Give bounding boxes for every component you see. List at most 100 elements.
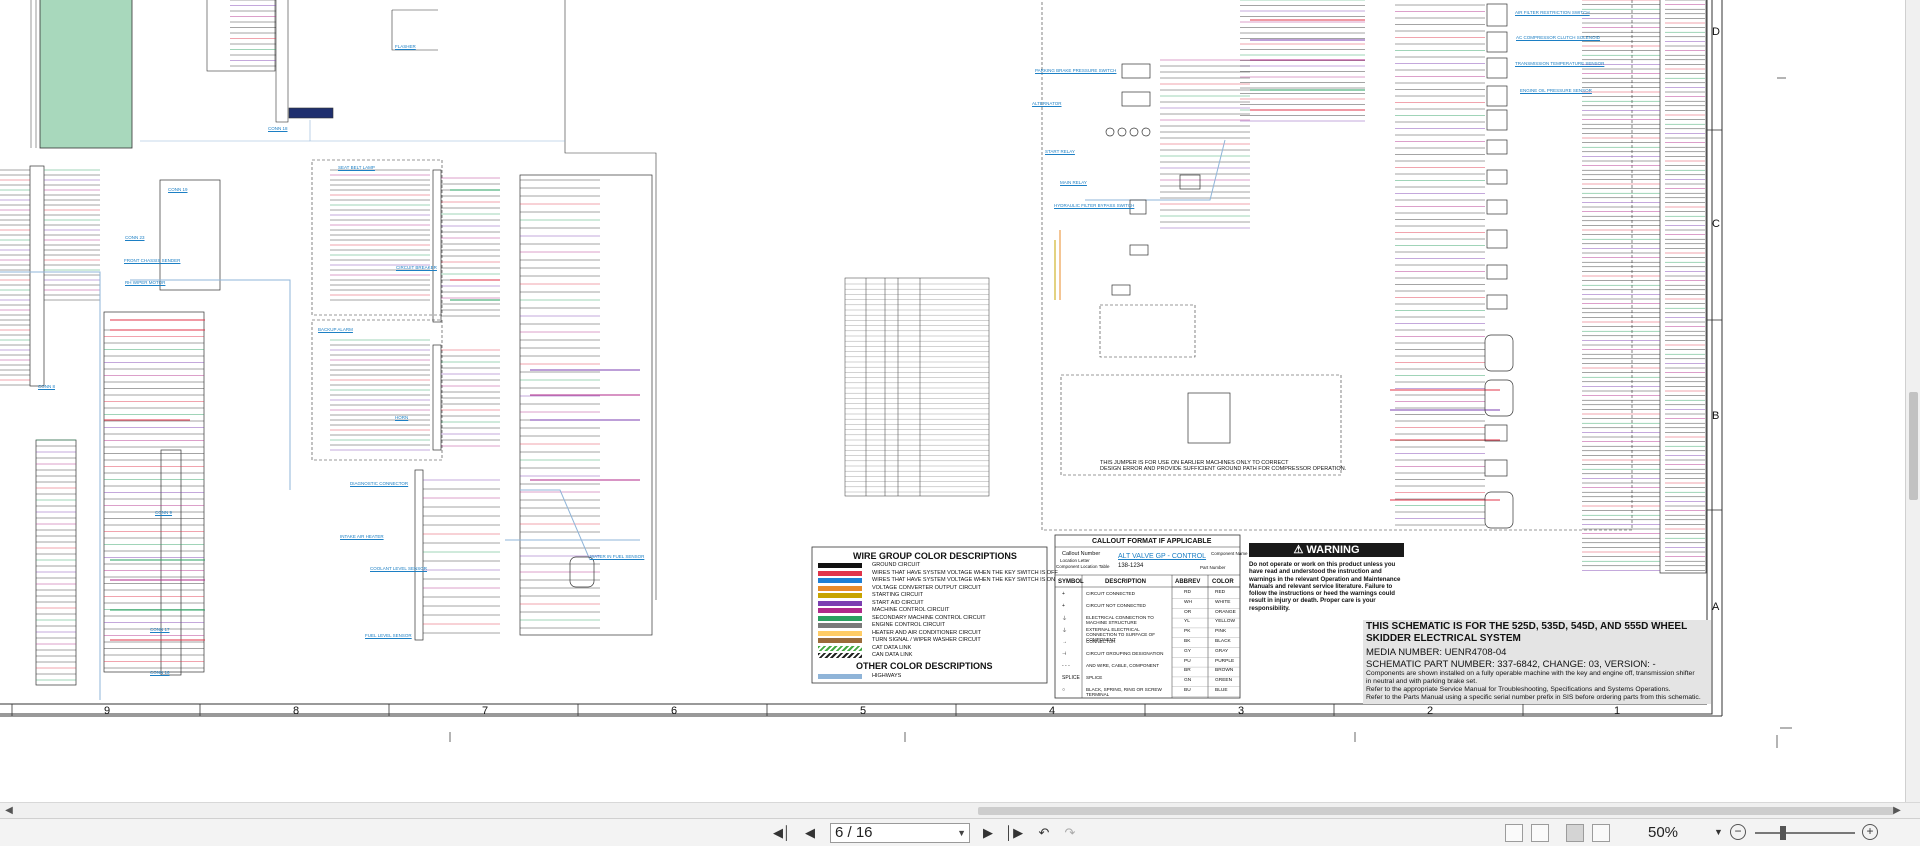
schematic-viewport[interactable]: WIRE GROUP COLOR DESCRIPTIONS GROUND CIR… xyxy=(0,0,1905,802)
title-note-3: Refer to the appropriate Service Manual … xyxy=(1366,686,1671,693)
abbrev-cell: BR xyxy=(1184,668,1191,674)
legend-swatch xyxy=(818,623,862,628)
component-label: CONN 19 xyxy=(168,187,188,192)
schematic-title: THIS SCHEMATIC IS FOR THE 525D, 535D, 54… xyxy=(1366,621,1688,644)
legend-label: HEATER AND AIR CONDITIONER CIRCUIT xyxy=(872,629,981,636)
abbrev-header: ABBREV xyxy=(1175,579,1201,585)
component-label: DIAGNOSTIC CONNECTOR xyxy=(350,481,409,486)
component-label: ALTERNATOR xyxy=(1032,101,1062,106)
symbol-cell: ⏚ xyxy=(1062,616,1068,622)
color-cell: PURPLE xyxy=(1215,658,1235,664)
color-cell: BLUE xyxy=(1215,688,1228,693)
title-note-1: Components are shown installed on a full… xyxy=(1366,670,1695,677)
grid-row-C: C xyxy=(1712,218,1720,230)
color-cell: GREEN xyxy=(1215,678,1233,684)
component-label: CONN 18 xyxy=(268,126,288,131)
zoom-menu-chevron-icon[interactable]: ▼ xyxy=(1714,827,1723,837)
callout-label-table: Component Location Table xyxy=(1056,564,1110,569)
legend-swatch xyxy=(818,563,862,568)
symbol-cell: + xyxy=(1062,603,1065,609)
callout-label-component: Component Name xyxy=(1211,551,1248,556)
legend-swatch xyxy=(818,608,862,613)
first-page-icon: ◀│ xyxy=(772,825,792,840)
next-page-button[interactable]: ▶ xyxy=(978,823,998,843)
component-label: FRONT CHASSIS SENDER xyxy=(124,258,181,263)
grid-row-A: A xyxy=(1712,601,1720,613)
symbol-cell: ○ xyxy=(1062,687,1066,693)
first-page-button[interactable]: ◀│ xyxy=(772,823,792,843)
horizontal-scrollbar[interactable]: ◀ ▶ xyxy=(0,802,1920,818)
title-note-4: Refer to the Parts Manual using a specif… xyxy=(1366,694,1701,701)
legend-label: START AID CIRCUIT xyxy=(872,599,924,606)
continuous-facing-view-button[interactable] xyxy=(1592,824,1610,842)
legend-swatch xyxy=(818,578,862,583)
legend-label: GROUND CIRCUIT xyxy=(872,562,921,568)
zoom-slider[interactable] xyxy=(1755,832,1855,834)
legend-swatch xyxy=(818,615,862,621)
component-label: AIR FILTER RESTRICTION SWITCH xyxy=(1515,10,1590,15)
go-forward-button[interactable]: ↷ xyxy=(1060,823,1080,843)
warning-text: Do not operate or work on this product u… xyxy=(1249,561,1401,612)
facing-view-button[interactable] xyxy=(1566,824,1584,842)
media-number: MEDIA NUMBER: UENR4708-04 xyxy=(1366,647,1507,658)
color-cell: ORANGE xyxy=(1215,609,1236,615)
legend-label: TURN SIGNAL / WIPER WASHER CIRCUIT xyxy=(872,637,981,643)
component-label: CONN 17 xyxy=(150,627,170,632)
continuous-view-button[interactable] xyxy=(1531,824,1549,842)
component-label: COOLANT LEVEL SENSOR xyxy=(370,566,428,571)
single-page-view-button[interactable] xyxy=(1505,824,1523,842)
grid-column-6: 6 xyxy=(671,705,678,717)
warning-heading-text: WARNING xyxy=(1306,544,1360,556)
previous-page-button[interactable]: ◀ xyxy=(800,823,820,843)
callout-label-part: Part Number xyxy=(1200,565,1226,570)
vertical-scroll-thumb[interactable] xyxy=(1909,392,1918,500)
zoom-slider-thumb[interactable] xyxy=(1780,826,1786,840)
symbol-description: BLACK, SPRING, RING OR SCREW TERMINAL xyxy=(1086,687,1162,697)
chevron-down-icon[interactable]: ▼ xyxy=(957,824,966,842)
component-label: CONN 16 xyxy=(150,670,170,675)
abbrev-cell: BK xyxy=(1184,639,1191,644)
go-back-icon: ↶ xyxy=(1038,825,1050,840)
color-cell: YELLOW xyxy=(1215,619,1235,625)
color-cell: GRAY xyxy=(1215,648,1229,654)
color-cell: BLACK xyxy=(1215,639,1231,644)
component-label: PARKING BRAKE PRESSURE SWITCH xyxy=(1035,68,1117,73)
title-note-2: in neutral and with parking brake set. xyxy=(1366,678,1478,685)
component-label: START RELAY xyxy=(1045,149,1075,154)
zoom-level[interactable]: 50% xyxy=(1648,823,1678,843)
legend-swatch xyxy=(818,570,862,576)
scroll-right-icon[interactable]: ▶ xyxy=(1890,803,1904,819)
legend-swatch xyxy=(818,674,862,679)
grid-column-8: 8 xyxy=(293,705,300,717)
symbol-header: SYMBOL xyxy=(1058,579,1084,585)
go-back-button[interactable]: ↶ xyxy=(1034,823,1054,843)
symbol-cell: - - - xyxy=(1062,663,1070,669)
legend-label: MACHINE CONTROL CIRCUIT xyxy=(872,607,950,613)
callout-label-letter: Location Letter xyxy=(1060,558,1090,563)
color-header: COLOR xyxy=(1212,579,1234,585)
symbol-description: CIRCUIT NOT CONNECTED xyxy=(1086,603,1146,608)
horizontal-scroll-thumb[interactable] xyxy=(978,807,1894,815)
last-page-button[interactable]: │▶ xyxy=(1004,823,1024,843)
zoom-in-button[interactable]: + xyxy=(1862,824,1878,840)
callout-label-number: Callout Number xyxy=(1062,551,1101,557)
legend-swatch xyxy=(818,638,862,643)
symbol-cell: SPLICE xyxy=(1062,675,1080,681)
symbol-description: CIRCUIT CONNECTED xyxy=(1086,591,1135,596)
component-label: CONN 23 xyxy=(125,235,145,240)
component-label: BACKUP ALARM xyxy=(318,327,353,332)
status-bar: ◀│ ◀ 6 / 16 ▼ ▶ │▶ ↶ ↷ 50% ▼ − + xyxy=(0,818,1920,846)
scroll-left-icon[interactable]: ◀ xyxy=(2,803,16,819)
abbrev-cell: PU xyxy=(1184,658,1191,664)
vertical-scrollbar[interactable] xyxy=(1905,0,1920,802)
symbol-description: SPLICE xyxy=(1086,675,1103,680)
symbol-description: CONNECTOR xyxy=(1086,639,1116,644)
zoom-out-button[interactable]: − xyxy=(1730,824,1746,840)
legend-label: HIGHWAYS xyxy=(872,673,902,679)
previous-page-icon: ◀ xyxy=(805,825,815,840)
legend-swatch xyxy=(818,630,862,636)
abbrev-cell: PK xyxy=(1184,629,1191,635)
legend-label: VOLTAGE CONVERTER OUTPUT CIRCUIT xyxy=(872,584,981,591)
page-number-field[interactable]: 6 / 16 ▼ xyxy=(830,823,970,843)
other-color-legend-title: OTHER COLOR DESCRIPTIONS xyxy=(856,661,993,671)
